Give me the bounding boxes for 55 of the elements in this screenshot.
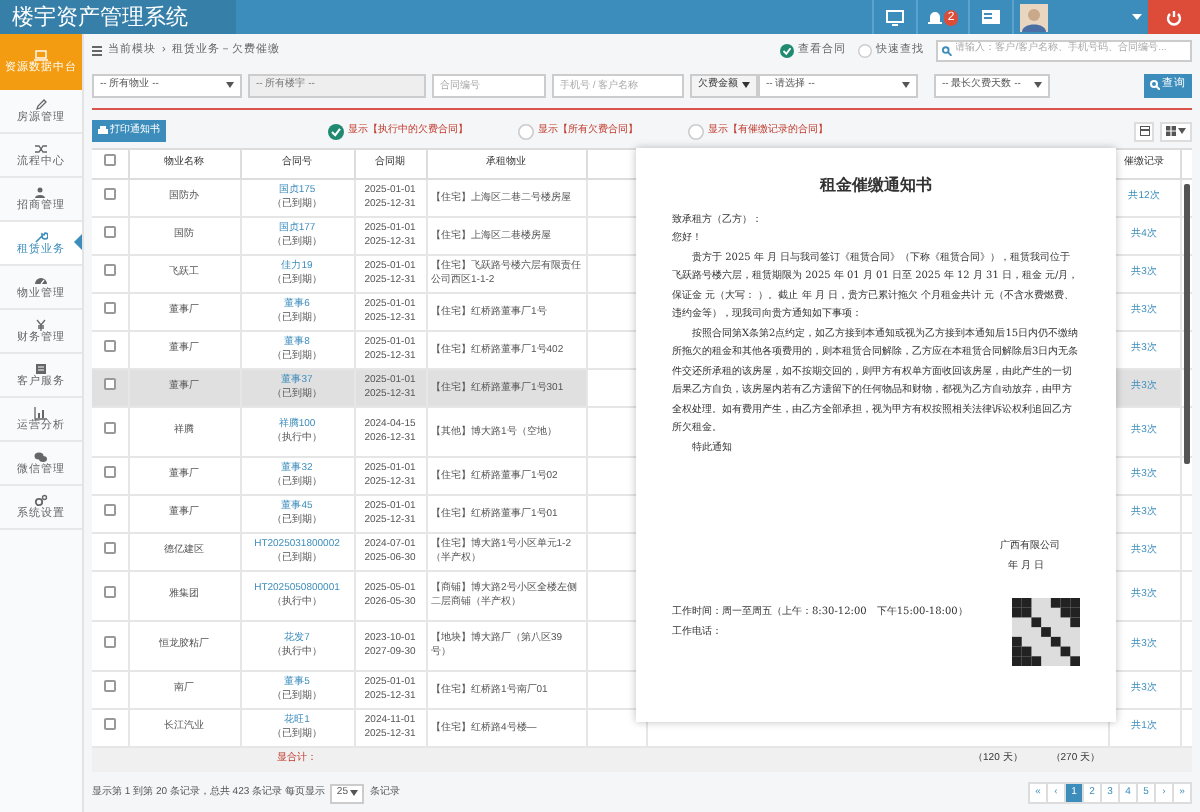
checkbox[interactable] [103,188,116,201]
pointer-icon [74,234,82,250]
wrench-icon [34,229,48,243]
checkbox[interactable] [103,302,116,315]
caret-icon [349,790,358,796]
gauge-icon [34,273,48,287]
printer-icon [98,126,108,136]
chat-icon [34,449,48,463]
laptop-icon [34,48,48,62]
scrollbar[interactable] [1184,184,1190,464]
checked-radio-icon [780,43,794,57]
radio-icon [688,123,704,139]
checkbox[interactable] [103,718,116,731]
bar-chart-icon [34,405,48,419]
checkbox[interactable] [103,226,116,239]
caret-icon [1034,82,1042,88]
checkbox[interactable] [103,340,116,353]
radio-icon [858,43,872,57]
power-button[interactable] [1148,0,1200,34]
grid-menu-button[interactable] [1160,121,1192,141]
caret-icon [1178,128,1186,134]
app-title: 楼宇资产管理系统 [0,0,236,34]
checkbox[interactable] [103,466,116,479]
bell-icon [927,9,942,25]
caret-icon [742,82,750,88]
pencil-icon [34,97,48,111]
search-icon [1150,80,1160,90]
qr-code [1012,598,1080,666]
checkbox[interactable] [103,378,116,391]
table-icon [1139,126,1149,136]
checkbox[interactable] [103,504,116,517]
checkbox[interactable] [103,154,116,167]
radio-icon [518,123,534,139]
checkbox[interactable] [103,680,116,693]
checkbox[interactable] [103,264,116,277]
checked-radio-icon [328,123,344,139]
caret-icon [226,82,234,88]
caret-icon [902,82,910,88]
caret-icon [1132,14,1142,20]
notice-title: 租金催缴通知书 [817,176,934,195]
list-icon [92,45,102,55]
power-icon [1166,9,1182,25]
checkbox[interactable] [103,542,116,555]
checkbox[interactable] [103,422,116,435]
user-icon [34,185,48,199]
user-menu[interactable] [1012,0,1148,34]
yen-icon [34,317,48,331]
checkbox[interactable] [103,636,116,649]
gear-icon [34,493,48,507]
document-icon [34,361,48,375]
search-icon [942,45,952,55]
checkbox[interactable] [103,586,116,599]
shuffle-icon [34,141,48,155]
avatar [1020,3,1048,31]
columns-button[interactable] [1134,121,1154,141]
